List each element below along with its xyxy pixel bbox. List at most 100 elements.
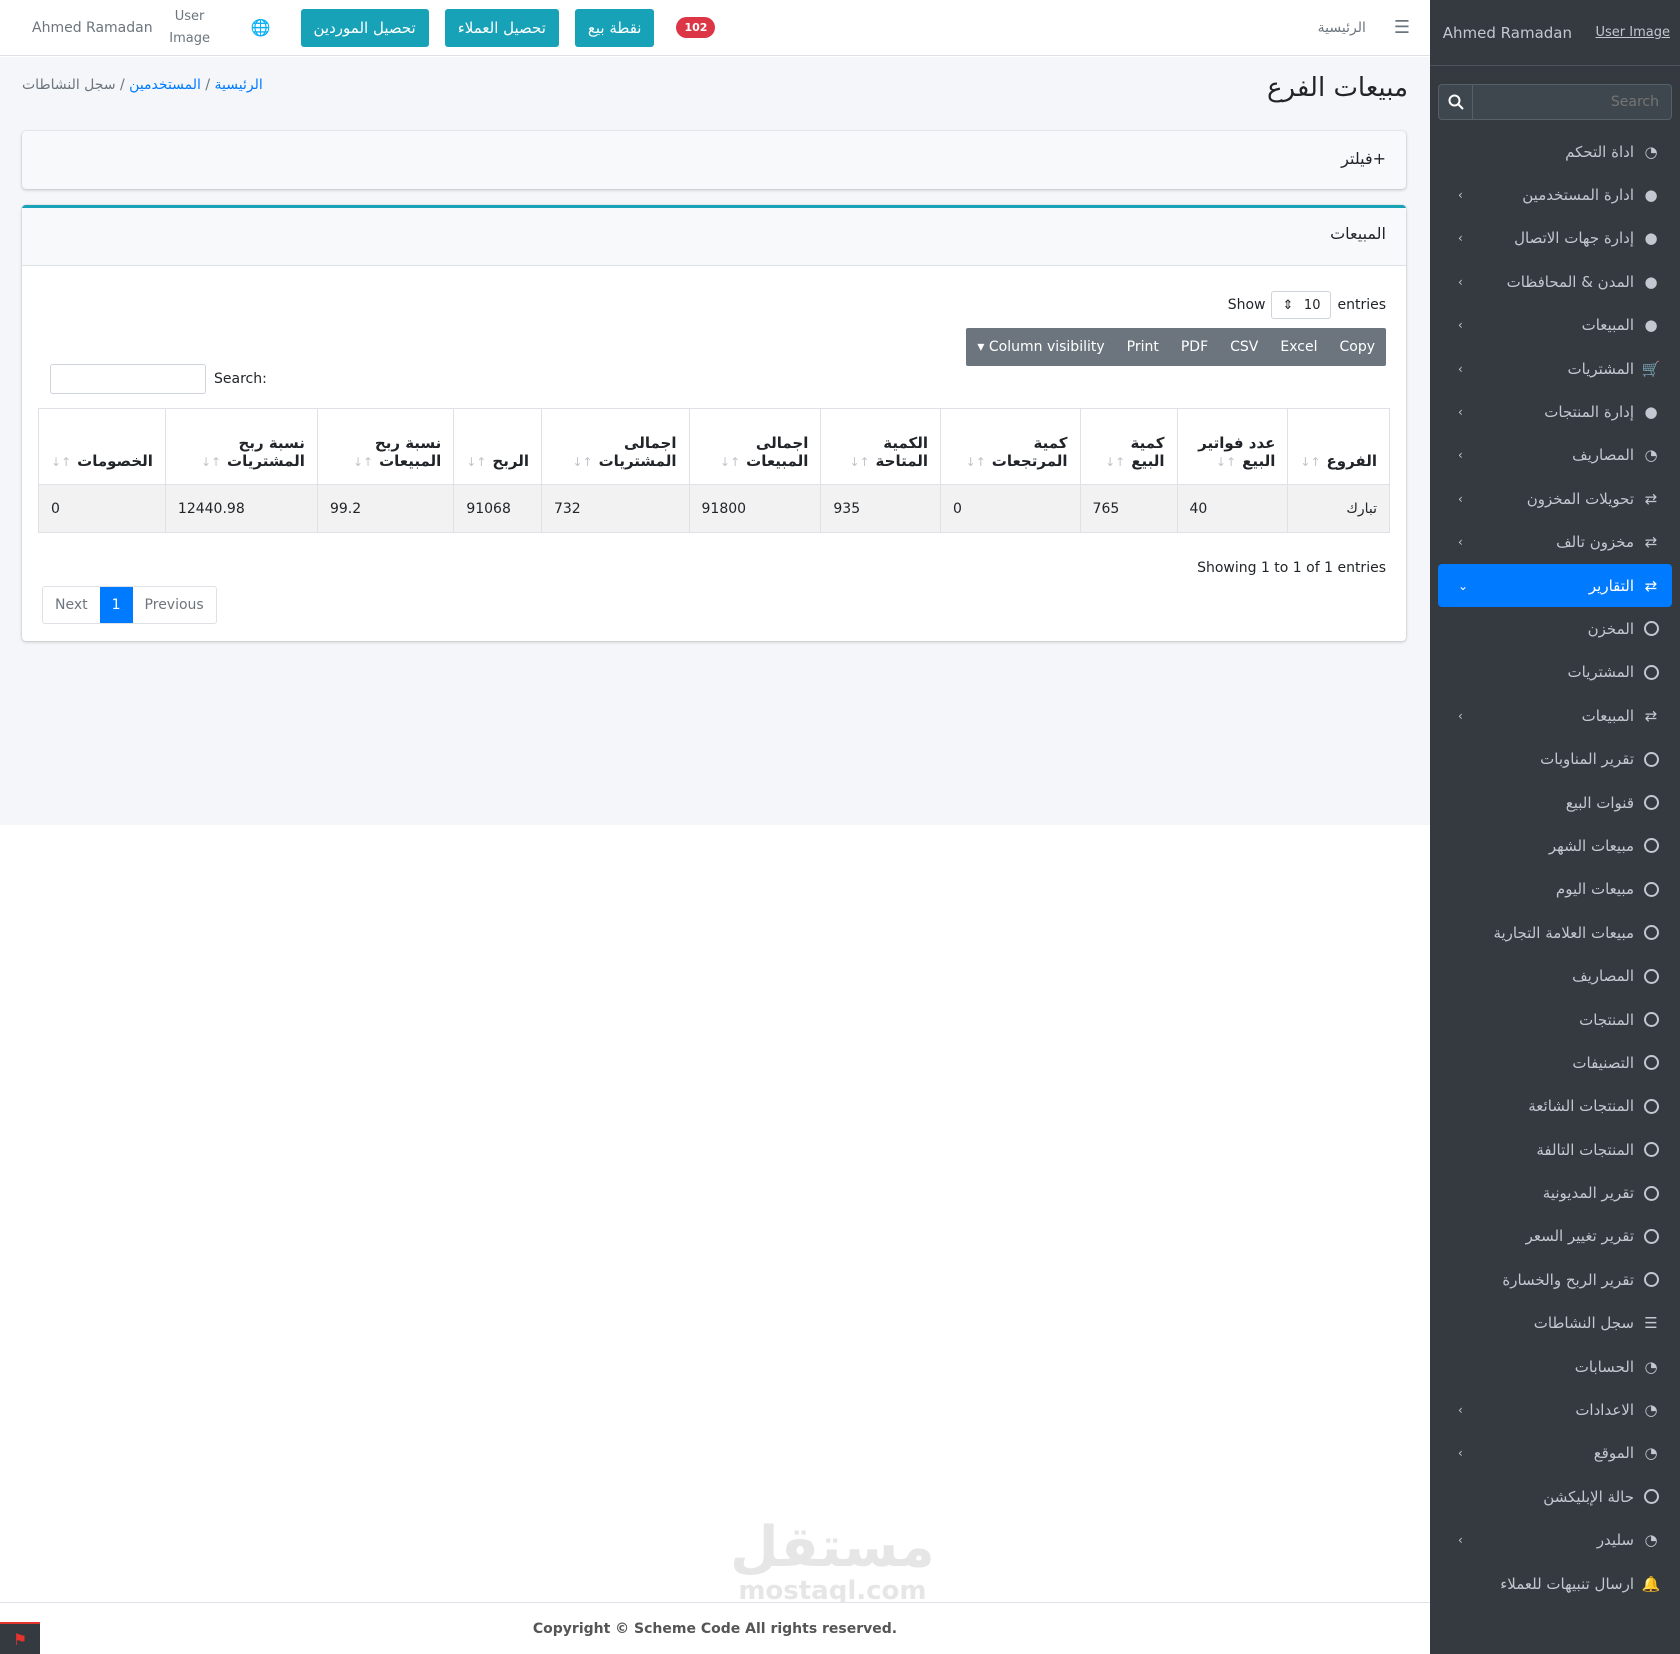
sort-icon[interactable]: ↑↓ — [573, 455, 593, 469]
sidebar-item-content: المصاريف ◔ — [1572, 446, 1660, 464]
laravel-logo-icon[interactable]: ⚑ — [0, 1622, 40, 1654]
sidebar-item[interactable]: المصاريف — [1438, 954, 1672, 997]
column-header[interactable]: الكمية المتاحة ↑↓ — [820, 408, 942, 485]
sidebar-item[interactable]: مبيعات اليوم — [1438, 868, 1672, 911]
sort-icon[interactable]: ↑↓ — [201, 455, 221, 469]
column-header[interactable]: اجمالى المبيعات ↑↓ — [688, 408, 822, 485]
sort-icon[interactable]: ↑↓ — [1105, 455, 1125, 469]
sort-icon[interactable]: ↑↓ — [849, 455, 869, 469]
table-search-input[interactable] — [50, 364, 206, 394]
export-button[interactable]: CSV — [1219, 339, 1269, 355]
column-header[interactable]: كمية المرتجعات ↑↓ — [940, 408, 1081, 485]
sidebar-item[interactable]: تقرير المديونية — [1438, 1171, 1672, 1214]
sidebar-item[interactable]: تقرير تغيير السعر — [1438, 1215, 1672, 1258]
pagination-next[interactable]: Next — [43, 587, 100, 623]
breadcrumb-users[interactable]: المستخدمين — [129, 77, 201, 93]
sidebar-item[interactable]: ‹ إدارة جهات الاتصال ● — [1438, 217, 1672, 260]
column-header[interactable]: نسبة ربح المشتريات ↑↓ — [164, 408, 318, 485]
sidebar-user-panel[interactable]: Ahmed Ramadan User Image — [1430, 0, 1680, 66]
column-header[interactable]: اجمالى المشتريات ↑↓ — [540, 408, 690, 485]
sidebar-item[interactable]: المخزن — [1438, 607, 1672, 650]
sidebar-item[interactable]: التصنيفات — [1438, 1041, 1672, 1084]
sidebar-item-label: المنتجات الشائعة — [1528, 1097, 1634, 1116]
sidebar-item[interactable]: ‹ الموقع ◔ — [1438, 1432, 1672, 1475]
sort-icon[interactable]: ↑↓ — [1300, 455, 1320, 469]
navbar-home-link[interactable]: الرئيسية — [1318, 20, 1366, 36]
sidebar-item-label: تقرير المديونية — [1542, 1184, 1634, 1203]
sidebar-item[interactable]: ⌄ التقارير ⇄ — [1438, 563, 1672, 608]
sort-icon[interactable]: ↑↓ — [466, 455, 486, 469]
sidebar-search-input[interactable] — [1473, 85, 1671, 119]
sidebar-item[interactable]: المنتجات الشائعة — [1438, 1085, 1672, 1128]
sort-icon[interactable]: ↑↓ — [353, 455, 373, 469]
navbar-avatar[interactable]: User Image — [165, 6, 215, 50]
sidebar-item[interactable]: مبيعات الشهر — [1438, 824, 1672, 867]
sidebar-item[interactable]: ‹ المشتريات 🛒 — [1438, 347, 1672, 390]
sort-icon[interactable]: ↑↓ — [720, 455, 740, 469]
sidebar-item[interactable]: ‹ مخزون تالف ⇄ — [1438, 521, 1672, 564]
sidebar-item[interactable]: ‹ المبيعات ⇄ — [1438, 694, 1672, 737]
pagination-page-1[interactable]: 1 — [99, 587, 133, 623]
sidebar-item[interactable]: ‹ الاعدادات ◔ — [1438, 1388, 1672, 1431]
export-button[interactable]: Copy — [1328, 339, 1386, 355]
pos-button[interactable]: نقطة بيع — [574, 8, 655, 47]
sidebar-item-content: المبيعات ⇄ — [1582, 707, 1660, 725]
table-cell: 732 — [540, 484, 690, 533]
filter-card[interactable]: فيلتر+ — [22, 131, 1406, 189]
sidebar-item[interactable]: مبيعات العلامة التجارية — [1438, 911, 1672, 954]
notification-badge[interactable]: 102 — [676, 17, 716, 38]
sidebar-item[interactable]: اداة التحكم ◔ — [1438, 130, 1672, 173]
column-header[interactable]: نسبة ربح المبيعات↑↓ — [316, 408, 455, 485]
globe-icon[interactable]: 🌐 — [251, 18, 271, 37]
column-header[interactable]: الفروع ↑↓ — [1287, 408, 1390, 485]
sort-icon[interactable]: ↑↓ — [966, 455, 986, 469]
sidebar-item[interactable]: ‹ تحويلات المخزون ⇄ — [1438, 477, 1672, 520]
circle-shape — [1643, 881, 1659, 897]
watermark-arabic: مستقل — [730, 1515, 935, 1580]
sidebar-item[interactable]: المنتجات — [1438, 998, 1672, 1041]
sidebar-item[interactable]: ‹ المصاريف ◔ — [1438, 434, 1672, 477]
filter-toggle[interactable]: فيلتر+ — [1341, 149, 1386, 168]
sidebar-item-label: تقرير تغيير السعر — [1525, 1227, 1634, 1246]
export-button[interactable]: ▾ Column visibility — [966, 339, 1115, 355]
sidebar-item[interactable]: ‹ المدن & المحافظات ● — [1438, 260, 1672, 303]
sidebar-item[interactable]: حالة الإبليكشن — [1438, 1475, 1672, 1518]
export-button[interactable]: Excel — [1269, 339, 1328, 355]
sidebar-item[interactable]: ‹ إدارة المنتجات ● — [1438, 390, 1672, 433]
sidebar-item[interactable]: ‹ ادارة المستخدمين ● — [1438, 173, 1672, 216]
sidebar-item[interactable]: ارسال تنبيهات للعملاء 🔔 — [1438, 1562, 1672, 1605]
sidebar-avatar[interactable]: User Image — [1590, 25, 1670, 40]
pagination-previous[interactable]: Previous — [133, 587, 216, 623]
column-header[interactable]: الربح ↑↓ — [453, 408, 542, 485]
hamburger-menu-icon[interactable]: ☰ — [1394, 17, 1410, 38]
table-row[interactable]: تبارك 40 765 0 935 91800 732 91068 99.2 12440.98 0 — [38, 484, 1390, 533]
column-header[interactable]: كمية البيع ↑↓ — [1079, 408, 1178, 485]
sidebar-item[interactable]: قنوات البيع — [1438, 781, 1672, 824]
sidebar-item[interactable]: الحسابات ◔ — [1438, 1345, 1672, 1388]
sidebar-item-content: التصنيفات — [1572, 1054, 1660, 1072]
chevron-left-icon: ‹ — [1458, 708, 1463, 723]
circle-icon — [1642, 663, 1660, 681]
page-length-select[interactable]: ⇕ 10 — [1271, 291, 1332, 319]
sort-icon[interactable]: ↑↓ — [51, 455, 71, 469]
search-icon[interactable] — [1439, 85, 1473, 119]
export-button[interactable]: PDF — [1170, 339, 1219, 355]
column-header[interactable]: الخصومات ↑↓ — [38, 408, 166, 485]
sidebar-item[interactable]: سجل النشاطات ☰ — [1438, 1302, 1672, 1345]
sidebar-item[interactable]: ‹ المبيعات ● — [1438, 304, 1672, 347]
sidebar-item[interactable]: المنتجات التالفة — [1438, 1128, 1672, 1171]
export-button[interactable]: Print — [1116, 339, 1170, 355]
sidebar-user-name[interactable]: Ahmed Ramadan — [1443, 24, 1572, 42]
sidebar-item[interactable]: المشتريات — [1438, 651, 1672, 694]
sidebar-item-label: المنتجات — [1579, 1010, 1634, 1029]
sort-icon[interactable]: ↑↓ — [1216, 455, 1236, 469]
column-header[interactable]: عدد فواتير البيع↑↓ — [1176, 408, 1289, 485]
collect-suppliers-button[interactable]: تحصيل الموردين — [300, 8, 429, 47]
sidebar-item[interactable]: تقرير المناوبات — [1438, 737, 1672, 780]
breadcrumb-home[interactable]: الرئيسية — [215, 77, 263, 93]
sidebar-item[interactable]: تقرير الربح والخسارة — [1438, 1258, 1672, 1301]
sidebar-item-content: المنتجات التالفة — [1536, 1141, 1660, 1159]
collect-customers-button[interactable]: تحصيل العملاء — [444, 8, 559, 47]
sidebar-item[interactable]: ‹ سليدر ◔ — [1438, 1519, 1672, 1562]
navbar-user-name[interactable]: Ahmed Ramadan — [32, 20, 153, 36]
